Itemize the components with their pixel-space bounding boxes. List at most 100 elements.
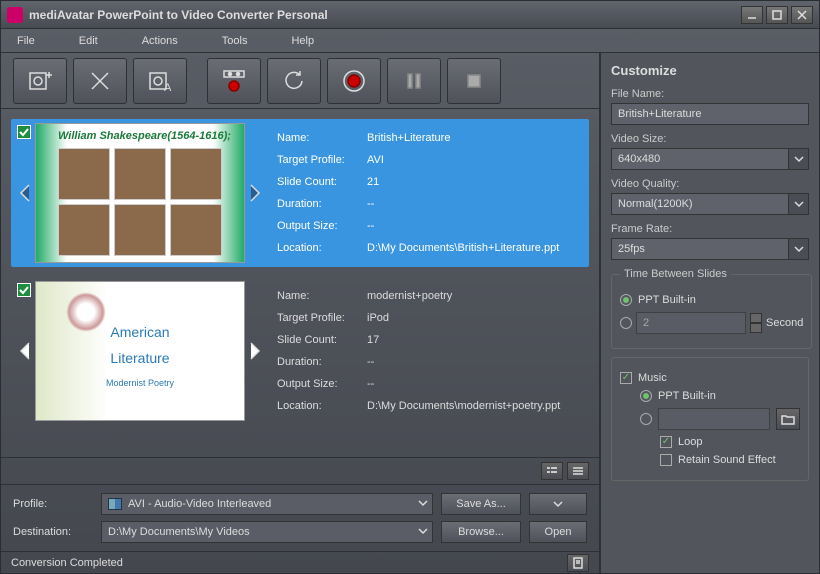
- next-slide-button[interactable]: [245, 281, 265, 421]
- location-label: Location:: [277, 242, 367, 254]
- slide-thumbnail: American Literature Modernist Poetry: [35, 281, 245, 421]
- profile-label: Target Profile:: [277, 312, 367, 324]
- profile-label: Target Profile:: [277, 154, 367, 166]
- videosize-combo[interactable]: 640x480: [611, 148, 809, 170]
- menu-edit[interactable]: Edit: [79, 35, 98, 47]
- auto-button[interactable]: A: [133, 58, 187, 104]
- output-value: --: [367, 220, 573, 232]
- item-checkbox[interactable]: [17, 283, 31, 297]
- minimize-button[interactable]: [741, 6, 763, 24]
- name-label: Name:: [277, 290, 367, 302]
- app-icon: [7, 7, 23, 23]
- stop-button[interactable]: [447, 58, 501, 104]
- remove-button[interactable]: [73, 58, 127, 104]
- output-value: --: [367, 378, 573, 390]
- list-item[interactable]: American Literature Modernist Poetry Nam…: [11, 277, 589, 425]
- framerate-combo[interactable]: 25fps: [611, 238, 809, 260]
- profile-combo[interactable]: AVI - Audio-Video Interleaved: [101, 493, 433, 515]
- time-custom-radio[interactable]: [620, 317, 632, 329]
- save-as-chev-button[interactable]: [529, 493, 587, 515]
- film-icon: [108, 498, 122, 510]
- profile-label: Profile:: [13, 498, 93, 510]
- status-text: Conversion Completed: [11, 557, 123, 569]
- destination-value: D:\My Documents\My Videos: [108, 526, 250, 538]
- time-legend: Time Between Slides: [620, 268, 731, 280]
- second-label: Second: [766, 317, 803, 329]
- menubar: File Edit Actions Tools Help: [1, 29, 819, 53]
- music-browse-button[interactable]: [776, 408, 800, 430]
- open-button[interactable]: Open: [529, 521, 587, 543]
- duration-label: Duration:: [277, 356, 367, 368]
- quality-combo[interactable]: Normal(1200K): [611, 193, 809, 215]
- maximize-button[interactable]: [766, 6, 788, 24]
- customize-title: Customize: [611, 63, 809, 78]
- browse-button[interactable]: Browse...: [441, 521, 521, 543]
- chevron-down-icon: [788, 149, 808, 169]
- framerate-label: Frame Rate:: [611, 223, 809, 235]
- chevron-down-icon: [418, 526, 428, 536]
- add-button[interactable]: [13, 58, 67, 104]
- music-file-input[interactable]: [658, 408, 770, 430]
- slide-thumbnail: William Shakespeare(1564-1616);: [35, 123, 245, 263]
- time-stepper[interactable]: [750, 313, 762, 333]
- prev-slide-button[interactable]: [15, 123, 35, 263]
- retain-label: Retain Sound Effect: [678, 454, 776, 466]
- log-button[interactable]: [567, 554, 589, 572]
- slides-value: 17: [367, 334, 573, 346]
- view-list-button[interactable]: [567, 462, 589, 480]
- profile-value: iPod: [367, 312, 573, 324]
- customize-panel: Customize File Name: British+Literature …: [601, 53, 819, 573]
- name-value: British+Literature: [367, 132, 573, 144]
- toolbar: A: [1, 53, 599, 109]
- music-fieldset: Music PPT Built-in Loop Retain S: [611, 357, 809, 481]
- quality-label: Video Quality:: [611, 178, 809, 190]
- save-as-button[interactable]: Save As...: [441, 493, 521, 515]
- music-builtin-label: PPT Built-in: [658, 390, 716, 402]
- time-builtin-radio[interactable]: [620, 294, 632, 306]
- menu-file[interactable]: File: [17, 35, 35, 47]
- chevron-down-icon: [788, 239, 808, 259]
- item-list: William Shakespeare(1564-1616); Name:Bri…: [1, 109, 599, 457]
- music-checkbox[interactable]: [620, 372, 632, 384]
- list-item[interactable]: William Shakespeare(1564-1616); Name:Bri…: [11, 119, 589, 267]
- filename-input[interactable]: British+Literature: [611, 103, 809, 125]
- name-label: Name:: [277, 132, 367, 144]
- view-detail-button[interactable]: [541, 462, 563, 480]
- output-label: Output Size:: [277, 220, 367, 232]
- location-value: D:\My Documents\British+Literature.ppt: [367, 242, 573, 254]
- item-checkbox[interactable]: [17, 125, 31, 139]
- slides-label: Slide Count:: [277, 176, 367, 188]
- music-builtin-radio[interactable]: [640, 390, 652, 402]
- profile-value: AVI - Audio-Video Interleaved: [128, 498, 271, 510]
- thumb-title: William Shakespeare(1564-1616);: [58, 130, 231, 142]
- pause-button[interactable]: [387, 58, 441, 104]
- location-label: Location:: [277, 400, 367, 412]
- retain-checkbox[interactable]: [660, 454, 672, 466]
- menu-tools[interactable]: Tools: [222, 35, 248, 47]
- loop-checkbox[interactable]: [660, 436, 672, 448]
- convert-button[interactable]: [327, 58, 381, 104]
- music-custom-radio[interactable]: [640, 413, 652, 425]
- time-fieldset: Time Between Slides PPT Built-in 2 Secon…: [611, 268, 812, 349]
- filename-label: File Name:: [611, 88, 809, 100]
- record-button[interactable]: [207, 58, 261, 104]
- prev-slide-button[interactable]: [15, 281, 35, 421]
- profile-value: AVI: [367, 154, 573, 166]
- titlebar: mediAvatar PowerPoint to Video Converter…: [1, 1, 819, 29]
- thumb-line3: Modernist Poetry: [106, 378, 174, 388]
- menu-help[interactable]: Help: [291, 35, 314, 47]
- time-custom-input[interactable]: 2: [636, 312, 746, 334]
- loop-label: Loop: [678, 436, 702, 448]
- time-builtin-label: PPT Built-in: [638, 294, 696, 306]
- chevron-down-icon: [418, 498, 428, 508]
- menu-actions[interactable]: Actions: [142, 35, 178, 47]
- window-title: mediAvatar PowerPoint to Video Converter…: [29, 8, 328, 22]
- music-label: Music: [638, 372, 667, 384]
- close-button[interactable]: [791, 6, 813, 24]
- next-slide-button[interactable]: [245, 123, 265, 263]
- slides-label: Slide Count:: [277, 334, 367, 346]
- refresh-button[interactable]: [267, 58, 321, 104]
- location-value: D:\My Documents\modernist+poetry.ppt: [367, 400, 573, 412]
- svg-text:A: A: [164, 82, 172, 94]
- destination-combo[interactable]: D:\My Documents\My Videos: [101, 521, 433, 543]
